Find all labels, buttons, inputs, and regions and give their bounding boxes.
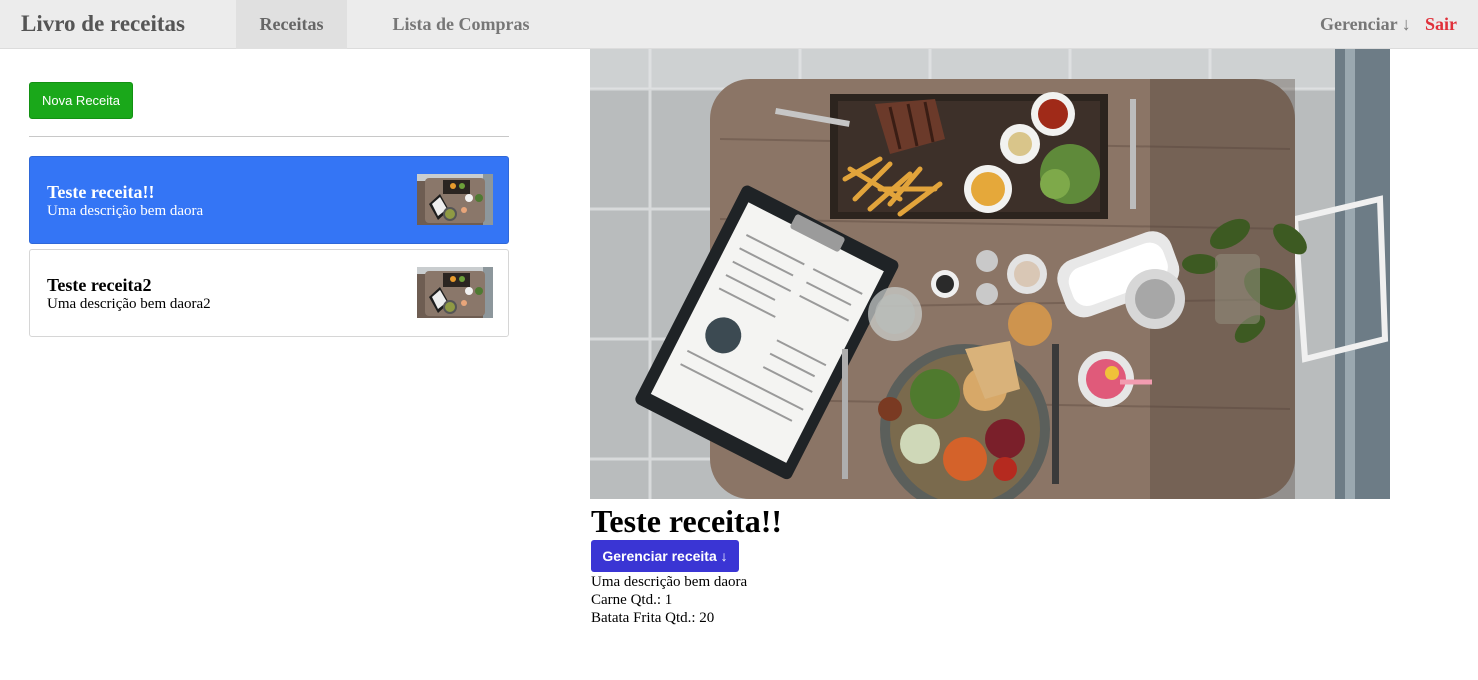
manage-recipe-button[interactable]: Gerenciar receita ↓ bbox=[591, 540, 739, 572]
navbar: Livro de receitas Receitas Lista de Comp… bbox=[0, 0, 1478, 49]
tab-lista-de-compras[interactable]: Lista de Compras bbox=[372, 0, 550, 49]
brand-link[interactable]: Livro de receitas bbox=[21, 11, 185, 37]
divider bbox=[29, 136, 509, 137]
tab-receitas[interactable]: Receitas bbox=[236, 0, 347, 49]
recipe-list-item[interactable]: Teste receita!! Uma descrição bem daora bbox=[29, 156, 509, 244]
recipe-title: Teste receita!! bbox=[591, 503, 783, 539]
recipe-name: Teste receita!! bbox=[47, 182, 155, 202]
manage-dropdown[interactable]: Gerenciar ↓ bbox=[1320, 0, 1411, 49]
logout-link[interactable]: Sair bbox=[1425, 0, 1457, 49]
recipe-thumbnail bbox=[417, 267, 493, 318]
ingredient-item: Carne Qtd.: 1 bbox=[591, 592, 673, 608]
ingredient-item: Batata Frita Qtd.: 20 bbox=[591, 610, 715, 626]
recipe-description: Uma descrição bem daora bbox=[47, 203, 204, 219]
recipe-image bbox=[590, 49, 1390, 499]
recipe-thumbnail bbox=[417, 174, 493, 225]
recipe-name: Teste receita2 bbox=[47, 275, 152, 295]
recipe-list-item[interactable]: Teste receita2 Uma descrição bem daora2 bbox=[29, 249, 509, 337]
recipe-description: Uma descrição bem daora bbox=[591, 574, 748, 590]
new-recipe-button[interactable]: Nova Receita bbox=[29, 82, 133, 119]
recipe-description: Uma descrição bem daora2 bbox=[47, 296, 211, 312]
